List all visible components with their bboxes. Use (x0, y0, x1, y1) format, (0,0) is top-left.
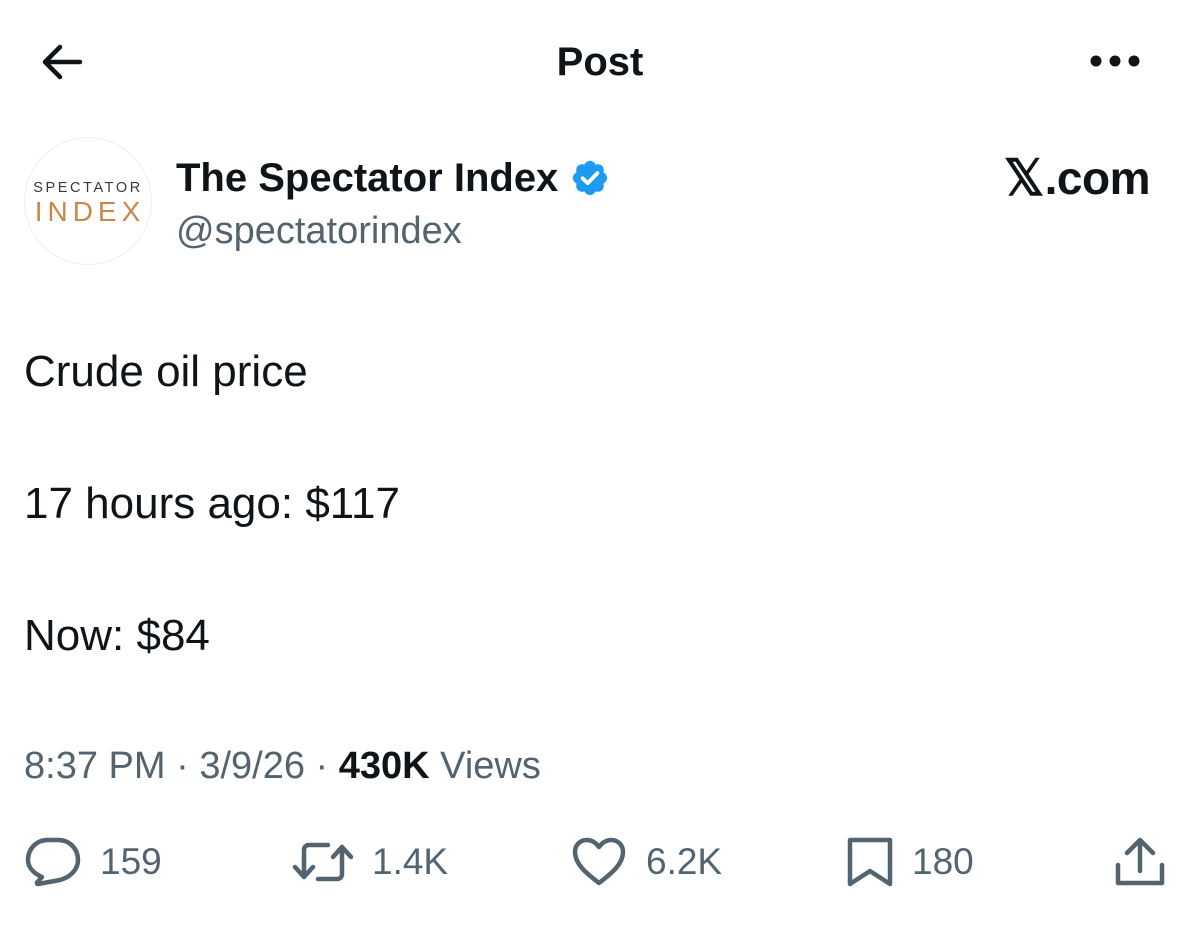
share-button[interactable] (1112, 832, 1168, 892)
post-text-line: Now: $84 (24, 611, 210, 660)
bookmark-icon (847, 837, 893, 887)
repost-button[interactable]: 1.4K (292, 832, 448, 892)
watermark-text: .com (1044, 152, 1151, 204)
post-time[interactable]: 8:37 PM (24, 745, 166, 787)
more-button[interactable] (1080, 36, 1150, 86)
more-horizontal-icon (1090, 55, 1140, 67)
page-title: Post (556, 40, 644, 84)
verified-badge-icon (573, 160, 608, 196)
meta-separator: · (315, 745, 329, 787)
bookmark-count: 180 (912, 841, 974, 882)
post-text-line: 17 hours ago: $117 (24, 479, 400, 528)
x-logo-icon: 𝕏 (1003, 150, 1044, 206)
avatar-logo-line1: SPECTATOR (33, 180, 143, 196)
views-label[interactable]: Views (440, 745, 541, 787)
like-count: 6.2K (646, 841, 723, 882)
post-text-line: Crude oil price (24, 347, 308, 396)
meta-separator: · (176, 745, 189, 787)
avatar[interactable]: SPECTATOR INDEX (25, 138, 151, 264)
author-handle[interactable]: @spectatorindex (176, 206, 462, 256)
like-button[interactable]: 6.2K (570, 832, 722, 892)
reply-count: 159 (100, 841, 162, 882)
heart-icon (572, 837, 626, 886)
reply-icon (25, 837, 81, 887)
views-count[interactable]: 430K (339, 745, 430, 787)
repost-count: 1.4K (372, 841, 449, 882)
share-icon (1115, 837, 1165, 886)
author-name: The Spectator Index (176, 156, 559, 200)
reply-button[interactable]: 159 (24, 832, 162, 892)
repost-icon (292, 842, 354, 882)
author-name-row[interactable]: The Spectator Index (176, 152, 610, 204)
x-watermark: 𝕏 .com (978, 148, 1151, 208)
bookmark-button[interactable]: 180 (846, 832, 974, 892)
avatar-logo-line2: INDEX (34, 196, 146, 227)
post-meta: 8:37 PM · 3/9/26 · 430K Views (24, 740, 541, 792)
post-date[interactable]: 3/9/26 (199, 745, 305, 787)
